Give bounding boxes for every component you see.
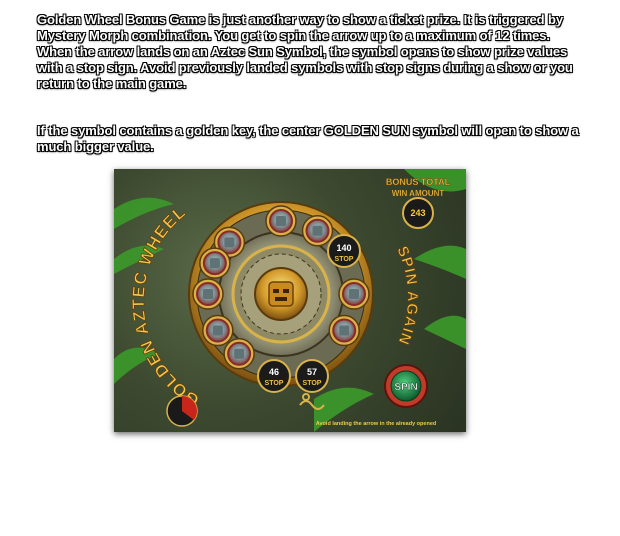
opened-symbol-57: 57 STOP [295,359,329,393]
bonus-total-label: BONUS TOTAL [386,177,451,187]
aztec-sun-symbol [199,247,231,279]
aztec-sun-symbol [202,314,234,347]
opened-symbol-value: 140 [336,243,351,253]
aztec-sun-symbol [301,215,334,247]
spin-button[interactable]: SPIN [384,364,428,408]
stop-label: STOP [335,256,354,263]
opened-symbol-value: 57 [307,367,317,377]
spin-button-label: SPIN [394,382,417,393]
golden-aztec-wheel-game: 140 STOP 46 STOP 57 STOP GOLDEN AZTEC WH… [114,169,466,432]
aztec-sun-symbol [223,338,255,370]
aztec-sun-symbol [338,278,370,310]
opened-symbol-value: 46 [269,367,279,377]
stop-label: STOP [303,380,322,387]
instructions-paragraph-2: If the symbol contains a golden key, the… [37,123,579,154]
aztec-sun-symbol [192,278,224,310]
spin-timer-pie-icon [166,395,198,427]
instructions-paragraph-1: Golden Wheel Bonus Game is just another … [37,12,573,91]
opened-symbol-140: 140 STOP [327,234,361,268]
golden-sun-center-symbol[interactable] [254,267,308,321]
bonus-total-panel: BONUS TOTAL WIN AMOUNT 243 [386,177,451,229]
footer-hint-text: Avoid landing the arrow in the already o… [316,421,437,427]
win-amount-label: WIN AMOUNT [392,189,445,198]
bonus-total-value: 243 [410,208,425,218]
aztec-sun-symbol [328,314,360,347]
stop-label: STOP [265,380,284,387]
opened-symbol-46: 46 STOP [257,359,291,393]
aztec-sun-symbol [265,205,297,237]
